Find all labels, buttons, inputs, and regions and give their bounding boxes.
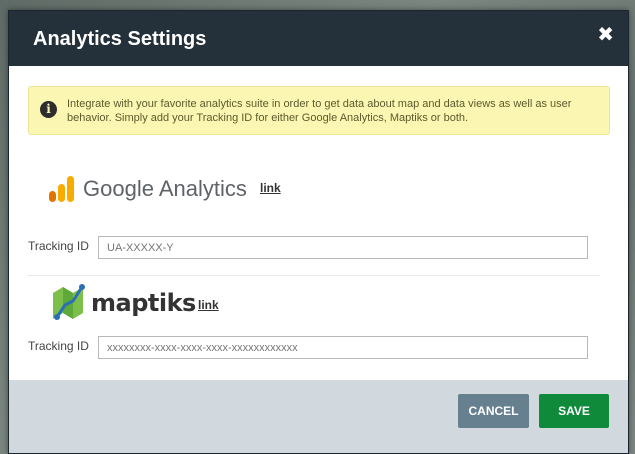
- section-divider: [28, 275, 600, 276]
- google-analytics-icon: [49, 176, 74, 202]
- maptiks-link[interactable]: link: [198, 298, 219, 312]
- google-analytics-logo: Google Analytics: [49, 176, 247, 202]
- dialog-body: i Integrate with your favorite analytics…: [9, 66, 628, 380]
- maptiks-wordmark: maptiks: [91, 289, 196, 317]
- cancel-button[interactable]: CANCEL: [458, 394, 529, 428]
- google-analytics-wordmark: Google Analytics: [83, 176, 247, 201]
- dialog-footer: CANCEL SAVE: [9, 380, 628, 453]
- ga-tracking-id-label: Tracking ID: [28, 239, 89, 253]
- info-banner: i Integrate with your favorite analytics…: [28, 86, 610, 135]
- dialog-header: Analytics Settings ✖: [9, 11, 628, 66]
- save-button[interactable]: SAVE: [539, 394, 609, 428]
- analytics-settings-dialog: Analytics Settings ✖ i Integrate with yo…: [8, 10, 629, 454]
- ga-tracking-id-input[interactable]: [98, 236, 588, 259]
- maptiks-logo: maptiks: [51, 283, 196, 323]
- info-text: Integrate with your favorite analytics s…: [67, 98, 572, 124]
- google-analytics-link[interactable]: link: [260, 181, 281, 195]
- close-icon[interactable]: ✖: [597, 22, 614, 46]
- maptiks-tracking-id-input[interactable]: [98, 336, 588, 359]
- maptiks-icon: [53, 284, 85, 320]
- maptiks-tracking-id-label: Tracking ID: [28, 339, 89, 353]
- dialog-title: Analytics Settings: [33, 28, 207, 50]
- info-icon: i: [40, 101, 57, 118]
